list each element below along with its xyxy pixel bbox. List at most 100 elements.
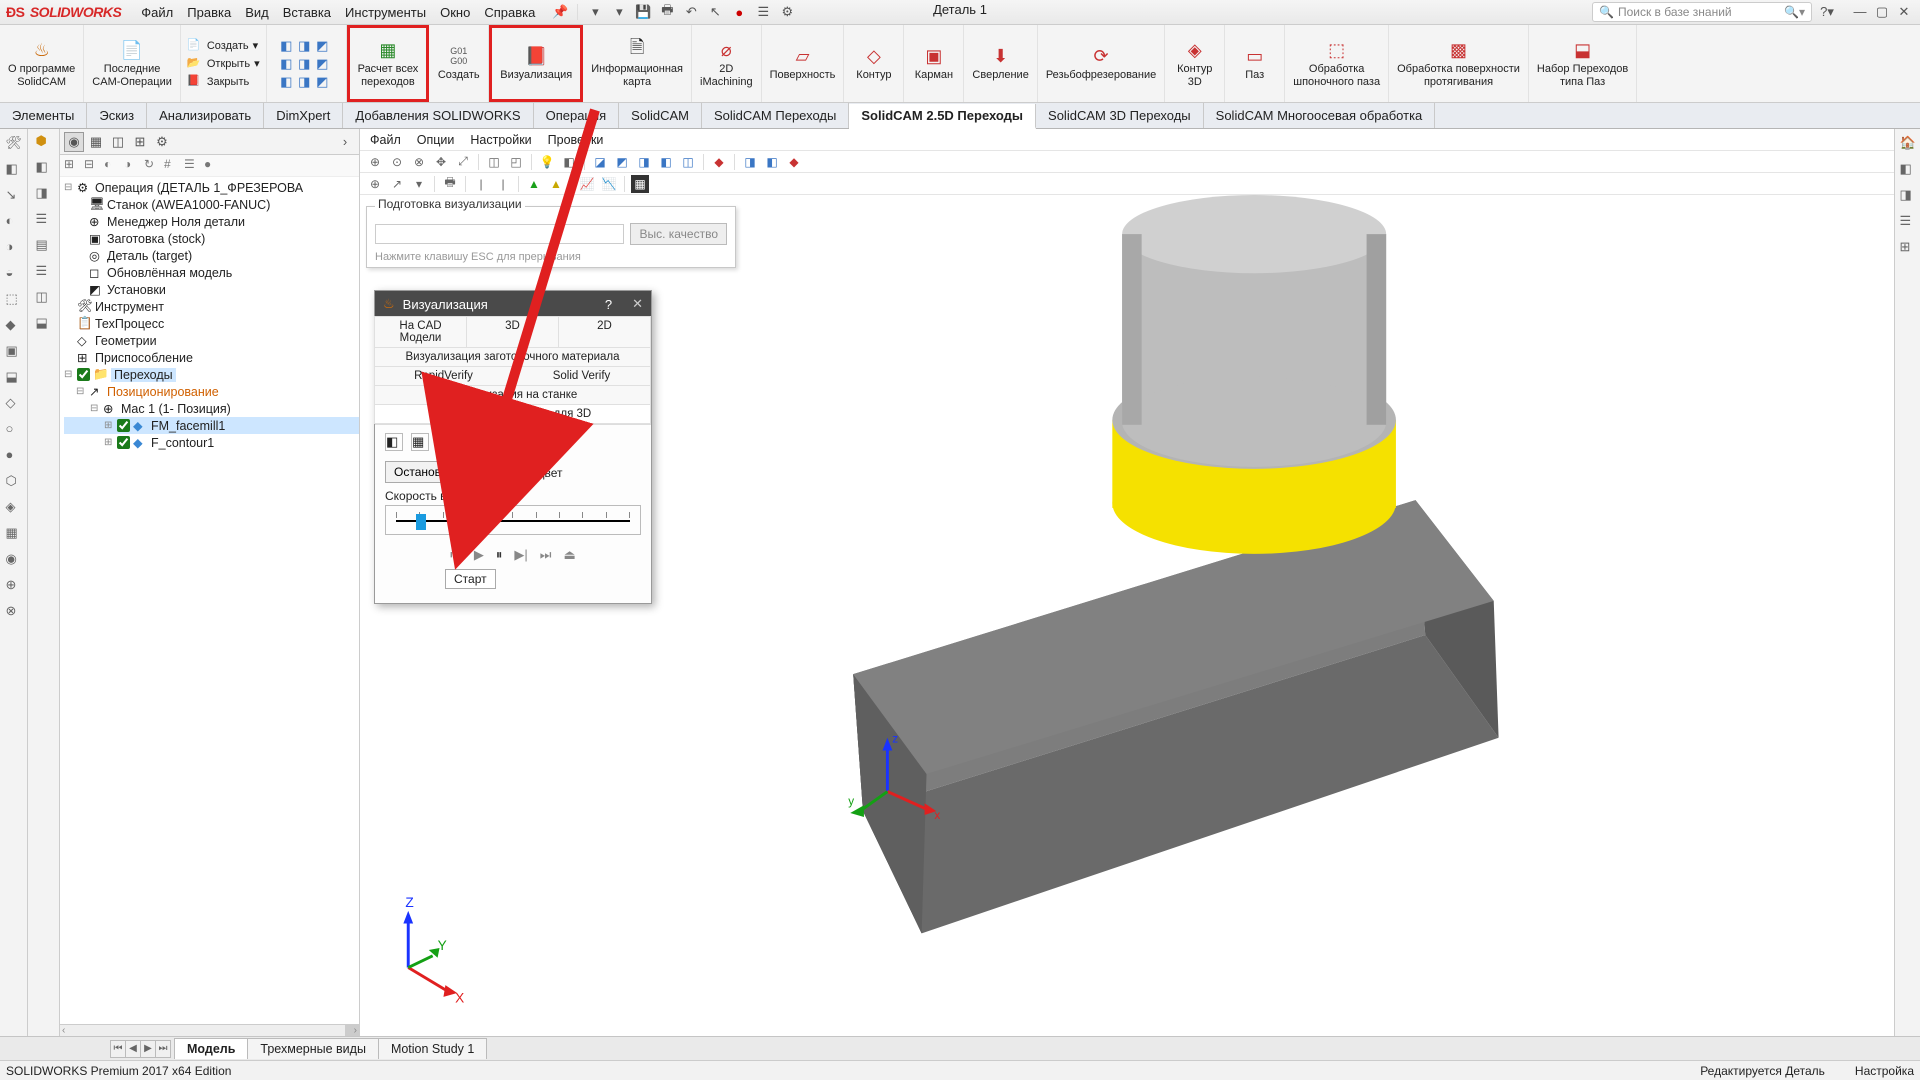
chart-icon[interactable]: 📉 [600,175,618,193]
play-icon[interactable]: ▶ [474,547,484,563]
tool-icon[interactable]: ↗ [388,175,406,193]
search-input[interactable]: 🔍Поиск в базе знаний🔍▾ [1592,2,1812,22]
viz-tool-icon[interactable]: ◧ [385,433,403,451]
ribbon-about-solidcam[interactable]: ♨О программе SolidCAM [0,25,84,102]
ribbon-imachining[interactable]: ⌀2D iMachining [692,25,762,102]
tool-icon[interactable]: ◒ [6,265,22,281]
tool-icon[interactable]: ◐ [6,213,22,229]
ribbon-surface[interactable]: ▱Поверхность [762,25,845,102]
cmenu-checks[interactable]: Проверки [548,133,604,147]
ribbon-open[interactable]: 📂Открыть ▾ [187,56,260,72]
step-fwd-icon[interactable]: ▶| [514,547,527,563]
prep-input[interactable] [375,224,624,244]
cmenu-settings[interactable]: Настройки [470,133,531,147]
cube-icon[interactable]: ◆ [710,153,728,171]
ribbon-pocket[interactable]: ▣Карман [904,25,964,102]
help-icon[interactable]: ?▾ [1818,3,1836,21]
tree-item[interactable]: Установки [107,283,166,297]
menu-insert[interactable]: Вставка [283,5,331,20]
viz-tool-icon[interactable]: ▦ [411,433,429,451]
tree-icon[interactable]: ◐ [104,157,122,175]
tool-icon[interactable]: ◇ [6,395,22,411]
tree-tab-icon[interactable]: ⊞ [130,132,150,152]
tool-icon[interactable]: ↘ [6,187,22,203]
cube-icon[interactable]: ◨ [741,153,759,171]
ribbon-gcode[interactable]: G01G00Создать [429,25,489,102]
view-icon[interactable]: ◧ [560,153,578,171]
tab-solidcam-multiaxis[interactable]: SolidCAM Многоосевая обработка [1204,103,1436,128]
cmenu-options[interactable]: Опции [417,133,455,147]
panel-icon[interactable]: ◧ [1900,161,1916,177]
next-icon[interactable]: ▶ [140,1040,156,1058]
tool-icon[interactable]: ● [6,447,22,463]
tab-analyze[interactable]: Анализировать [147,103,264,128]
tree-icon[interactable]: # [164,157,182,175]
eject-icon[interactable]: ⏏ [563,547,575,563]
viewport[interactable]: z x y Z X Y Подготовка визуализации [360,195,1894,1036]
cube-icon[interactable]: ◪ [591,153,609,171]
menu-help[interactable]: Справка [484,5,535,20]
ribbon-calc-all[interactable]: ▦Расчет всех переходов [347,25,430,102]
cube-icon[interactable]: ◩ [316,38,332,54]
cube-icon[interactable]: ◧ [280,56,296,72]
tree-checkbox[interactable] [77,368,90,381]
viz-dialog-title[interactable]: ♨ Визуализация ? ✕ [375,291,651,317]
tree-icon[interactable]: ↻ [144,157,162,175]
cube-icon[interactable]: ◨ [298,56,314,72]
viz-tab-rapid[interactable]: RapidVerify [374,366,513,386]
skip-end-icon[interactable]: ⏭ [540,547,552,563]
select-icon[interactable]: ↖ [706,3,724,21]
tree-item[interactable]: Позиционирование [107,385,219,399]
tree-item[interactable]: F_contour1 [151,436,214,450]
slider-thumb[interactable] [416,514,426,530]
viz-tab-machine[interactable]: Визуализация на станке [374,385,651,405]
home-icon[interactable]: 🏠 [1900,135,1916,151]
menu-view[interactable]: Вид [245,5,269,20]
tree-item[interactable]: Деталь (target) [107,249,192,263]
ribbon-keyway[interactable]: ⬚Обработка шпоночного паза [1285,25,1389,102]
tree-item[interactable]: Станок (AWEA1000-FANUC) [107,198,270,212]
panel-icon[interactable]: ▤ [36,237,52,253]
tree-checkbox[interactable] [117,436,130,449]
maximize-icon[interactable]: ▢ [1872,4,1892,20]
cube-icon[interactable]: ◩ [316,74,332,90]
cube-icon[interactable]: ◫ [679,153,697,171]
tree-icon[interactable]: ◑ [124,157,142,175]
tool-icon[interactable]: ◑ [6,239,22,255]
pause-icon[interactable]: ⏸ [496,547,503,563]
panel-icon[interactable]: ☰ [36,263,52,279]
search-dropdown-icon[interactable]: 🔍▾ [1784,5,1805,19]
viz-tab-stock[interactable]: Визуализация заготовочного материала [374,347,651,367]
ribbon-visualization[interactable]: 📕Визуализация [489,25,583,102]
new-doc-icon[interactable]: ▾ [586,3,604,21]
tab-solidcam-transitions[interactable]: SolidCAM Переходы [702,103,849,128]
tool-icon[interactable]: | [472,175,490,193]
tool-icon[interactable]: ▾ [410,175,428,193]
view-icon[interactable]: ◰ [507,153,525,171]
panel-icon[interactable]: ⬢ [36,133,52,149]
last-icon[interactable]: ⏭ [155,1040,171,1058]
stop-button[interactable]: Остановить... [385,461,479,483]
viz-close-icon[interactable]: ✕ [632,296,643,312]
cube-icon[interactable]: ◩ [613,153,631,171]
viz-help[interactable]: ? [605,297,612,312]
speed-slider[interactable] [385,505,641,535]
cube-icon[interactable]: ◨ [298,38,314,54]
ribbon-slot[interactable]: ▭Паз [1225,25,1285,102]
tree-scrollbar[interactable]: ‹› [60,1024,359,1036]
cube-icon[interactable]: ◧ [280,38,296,54]
tool-icon[interactable]: ⊕ [366,175,384,193]
tool-icon[interactable]: ⬓ [6,369,22,385]
tree-item[interactable]: Переходы [111,368,176,382]
menu-file[interactable]: Файл [141,5,173,20]
tool-icon[interactable]: ▣ [6,343,22,359]
panel-icon[interactable]: ◨ [1900,187,1916,203]
tree-item[interactable]: Геометрии [95,334,157,348]
tool-icon[interactable]: ⬚ [6,291,22,307]
viz-tab-volumetric[interactable]: Объемная симуляция для 3D [374,404,651,424]
tool-icon[interactable]: ◧ [6,161,22,177]
bottom-tab-3dviews[interactable]: Трехмерные виды [247,1038,379,1059]
high-quality-button[interactable]: Выс. качество [630,223,727,245]
ribbon-recent-ops[interactable]: 📄Последние CAM-Операции [84,25,181,102]
view-icon[interactable]: ⊙ [388,153,406,171]
